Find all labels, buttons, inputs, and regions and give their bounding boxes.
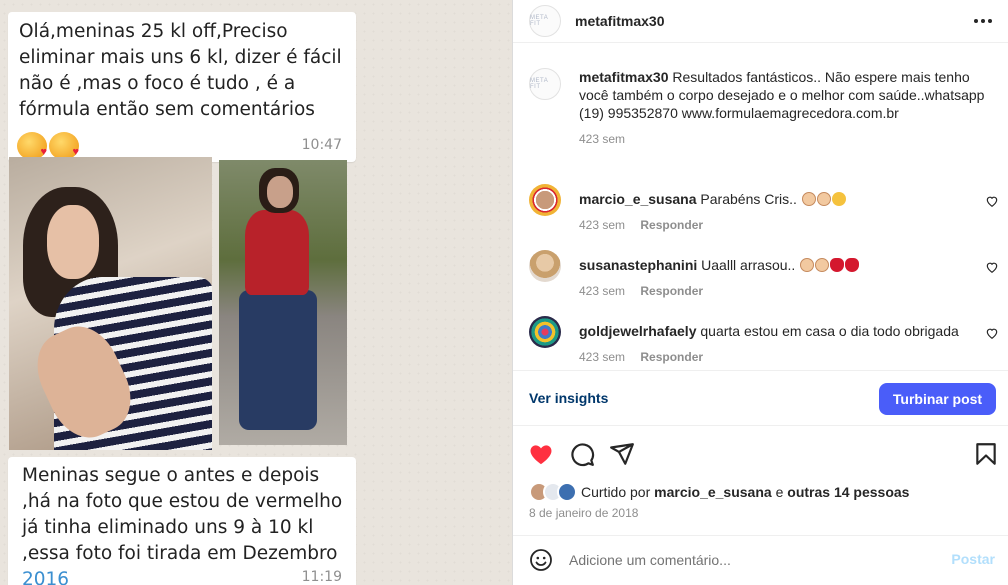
comment-meta: 423 sem Responder [579, 350, 999, 364]
like-comment-heart-icon[interactable] [985, 326, 999, 340]
comment-text: marcio_e_susana Parabéns Cris.. [579, 184, 999, 208]
jeans [239, 290, 317, 430]
red-top [245, 210, 309, 295]
chat-time-top: 10:47 [301, 137, 342, 153]
reply-button[interactable]: Responder [640, 284, 703, 298]
emoji-smiley-icon[interactable] [529, 548, 553, 572]
commenter-avatar[interactable] [529, 184, 561, 216]
likes-connector: e [775, 484, 784, 500]
like-comment-heart-icon[interactable] [985, 260, 999, 274]
comment-text: susanastephanini Uaalll arrasou.. [579, 250, 999, 274]
comment-age: 423 sem [579, 350, 626, 364]
likes-prefix: Curtido por [581, 484, 651, 500]
face-blowing-kiss-icon [49, 132, 79, 160]
after-photo [219, 160, 347, 445]
comment-item: goldjewelrhafaely quarta estou em casa o… [529, 316, 999, 366]
caption-text: metafitmax30 Resultados fantásticos.. Nã… [579, 68, 999, 122]
post-details-panel: META FIT metafitmax30 META FIT metafitma… [512, 0, 1008, 585]
comment-meta: 423 sem Responder [579, 284, 999, 298]
send-icon[interactable] [609, 441, 635, 467]
like-comment-heart-icon[interactable] [985, 194, 999, 208]
chat-message-top: Olá,meninas 25 kl off,Preciso eliminar m… [19, 21, 342, 120]
comment-body: quarta estou em casa o dia todo obrigada [700, 323, 959, 339]
caption-avatar[interactable]: META FIT [529, 68, 561, 100]
comment-body: Parabéns Cris.. [700, 191, 797, 207]
profile-avatar[interactable]: META FIT [529, 5, 561, 37]
liker-avatar [557, 482, 577, 502]
heart-eyes-icon [831, 192, 846, 206]
view-insights-link[interactable]: Ver insights [529, 390, 608, 406]
liker-avatars [529, 482, 577, 502]
post-comment-button[interactable]: Postar [951, 551, 995, 567]
heart-filled-icon[interactable] [528, 441, 554, 467]
chat-time-bottom: 11:19 [301, 569, 342, 585]
likes-others[interactable]: outras 14 pessoas [787, 484, 909, 500]
clapping-hands-icon [801, 192, 816, 206]
commenter-avatar[interactable] [529, 250, 561, 282]
comment-text: goldjewelrhafaely quarta estou em casa o… [579, 316, 999, 340]
caption-meta: 423 sem [579, 132, 999, 146]
chat-bubble-bottom: Meninas segue o antes e depois ,há na fo… [8, 457, 356, 585]
comment-username[interactable]: goldjewelrhafaely [579, 323, 696, 339]
chat-message-bottom-text: Meninas segue o antes e depois ,há na fo… [22, 465, 343, 564]
post-caption: META FIT metafitmax30 Resultados fantást… [529, 68, 999, 146]
comment-age: 423 sem [579, 218, 626, 232]
header-username[interactable]: metafitmax30 [575, 13, 665, 29]
likes-first-user[interactable]: marcio_e_susana [654, 484, 772, 500]
comment-body: Uaalll arrasou.. [701, 257, 796, 273]
comment-item: susanastephanini Uaalll arrasou.. 423 se… [529, 250, 999, 300]
post-actions [513, 437, 1008, 473]
comments-section[interactable]: META FIT metafitmax30 Resultados fantást… [513, 53, 1008, 368]
bookmark-icon[interactable] [973, 441, 999, 467]
chat-bubble-top: Olá,meninas 25 kl off,Preciso eliminar m… [8, 12, 356, 162]
comment-input[interactable] [569, 550, 939, 570]
comment-username[interactable]: marcio_e_susana [579, 191, 697, 207]
face [47, 205, 99, 279]
post-header: META FIT metafitmax30 [513, 0, 1008, 43]
likes-summary: Curtido por marcio_e_susana e outras 14 … [529, 482, 909, 502]
post-image[interactable]: Olá,meninas 25 kl off,Preciso eliminar m… [0, 0, 512, 585]
comment-age: 423 sem [579, 284, 626, 298]
face-blowing-kiss-icon [17, 132, 47, 160]
post-date: 8 de janeiro de 2018 [529, 506, 639, 520]
lips-icon [830, 258, 845, 272]
reply-button[interactable]: Responder [640, 350, 703, 364]
more-options-icon[interactable] [974, 12, 992, 30]
chat-message-year: 2016 [22, 569, 70, 585]
caption-age: 423 sem [579, 132, 626, 146]
comment-icon[interactable] [569, 441, 595, 467]
clapping-hands-icon [800, 258, 815, 272]
comment-username[interactable]: susanastephanini [579, 257, 697, 273]
before-photo [9, 157, 212, 450]
clapping-hands-icon [816, 192, 831, 206]
clapping-hands-icon [815, 258, 830, 272]
reply-button[interactable]: Responder [640, 218, 703, 232]
boost-post-button[interactable]: Turbinar post [879, 383, 996, 415]
chat-message-bottom: Meninas segue o antes e depois ,há na fo… [22, 463, 352, 585]
insights-bar: Ver insights Turbinar post [513, 370, 1008, 426]
add-comment-bar: Postar [513, 535, 1008, 585]
lips-icon [845, 258, 860, 272]
comment-item: marcio_e_susana Parabéns Cris.. 423 sem … [529, 184, 999, 234]
comment-meta: 423 sem Responder [579, 218, 999, 232]
chat-emojis [17, 132, 79, 160]
caption-username[interactable]: metafitmax30 [579, 69, 669, 85]
commenter-avatar[interactable] [529, 316, 561, 348]
face [267, 176, 293, 208]
